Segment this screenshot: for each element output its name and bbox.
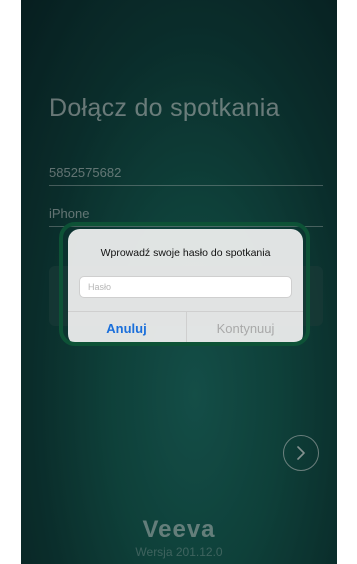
- continue-button[interactable]: Kontynuuj: [187, 311, 303, 346]
- cancel-button[interactable]: Anuluj: [68, 311, 185, 346]
- app-screen: Dołącz do spotkania 5852575682 iPhone Ve…: [21, 0, 337, 564]
- dialog-title: Wprowadź swoje hasło do spotkania: [100, 247, 271, 259]
- password-input[interactable]: [79, 276, 292, 298]
- password-dialog: Wprowadź swoje hasło do spotkania Anuluj…: [68, 229, 303, 346]
